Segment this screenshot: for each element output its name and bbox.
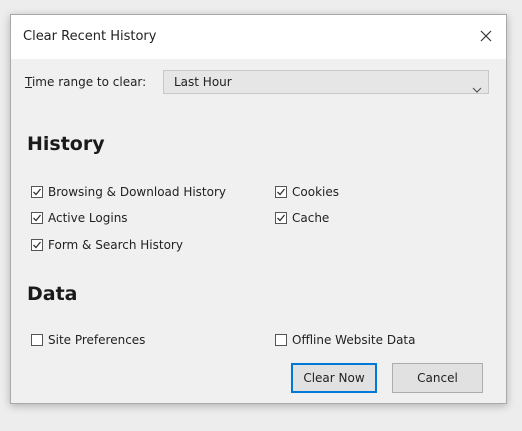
checkbox-label: Cookies <box>292 185 339 199</box>
close-button[interactable] <box>472 23 500 49</box>
checkbox-box <box>31 334 43 346</box>
checkbox-label: Offline Website Data <box>292 333 416 347</box>
dialog-title: Clear Recent History <box>23 29 157 44</box>
checkbox-box <box>275 186 287 198</box>
checkbox-offline-website-data[interactable]: Offline Website Data <box>275 331 416 349</box>
time-range-value: Last Hour <box>174 75 232 89</box>
time-range-label-rest: ime range to clear: <box>31 75 147 89</box>
checkbox-active-logins[interactable]: Active Logins <box>31 209 128 227</box>
clear-history-dialog: Clear Recent History Time range to clear… <box>10 14 507 404</box>
time-range-label: Time range to clear: <box>25 75 146 89</box>
checkbox-label: Cache <box>292 211 330 225</box>
checkbox-cache[interactable]: Cache <box>275 209 329 227</box>
cancel-button[interactable]: Cancel <box>392 363 483 393</box>
time-range-select[interactable]: Last Hour <box>163 70 489 94</box>
checkbox-box <box>31 212 43 224</box>
time-range-label-access: T <box>25 75 32 89</box>
checkmark-icon <box>277 188 286 196</box>
history-heading: History <box>27 133 105 155</box>
clear-now-button[interactable]: Clear Now <box>291 363 377 393</box>
checkbox-cookies[interactable]: Cookies <box>275 183 339 201</box>
checkmark-icon <box>33 188 42 196</box>
checkbox-label: Site Preferences <box>48 333 146 347</box>
checkbox-box <box>31 186 43 198</box>
checkbox-box <box>31 239 43 251</box>
checkmark-icon <box>33 241 42 249</box>
checkbox-site-preferences[interactable]: Site Preferences <box>31 331 145 349</box>
checkmark-icon <box>33 214 42 222</box>
data-heading: Data <box>27 283 78 305</box>
title-bar: Clear Recent History <box>11 15 506 59</box>
checkmark-icon <box>277 214 286 222</box>
checkbox-form-search-history[interactable]: Form & Search History <box>31 236 183 254</box>
checkbox-box <box>275 334 287 346</box>
time-range-row: Time range to clear: Last Hour <box>25 70 489 94</box>
checkbox-label: Form & Search History <box>48 238 183 252</box>
checkbox-label: Active Logins <box>48 211 128 225</box>
checkbox-box <box>275 212 287 224</box>
close-icon <box>480 30 492 42</box>
checkbox-label: Browsing & Download History <box>48 185 227 199</box>
checkbox-browsing-download-history[interactable]: Browsing & Download History <box>31 183 226 201</box>
chevron-down-icon <box>472 78 482 97</box>
